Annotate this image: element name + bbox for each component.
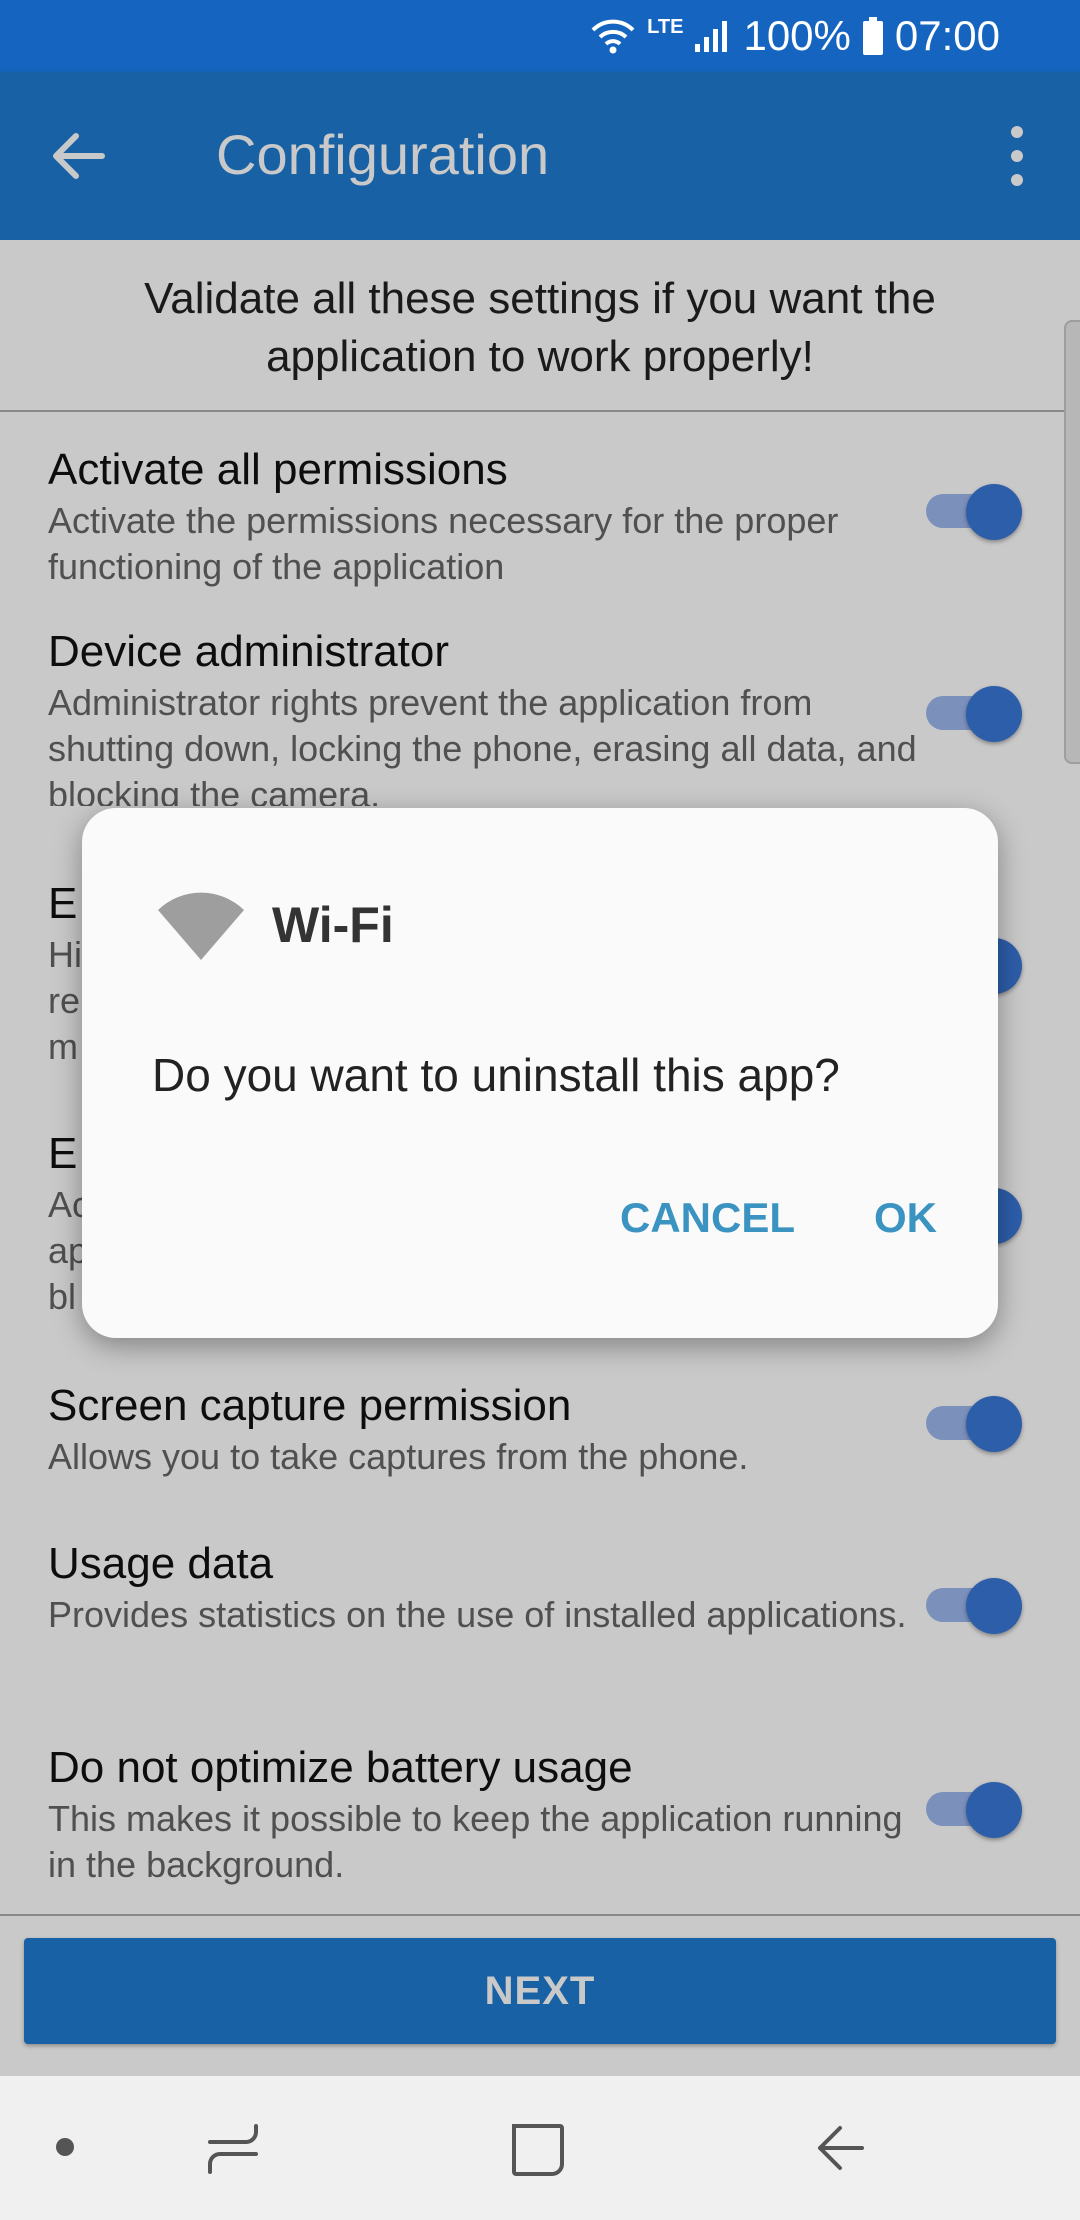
dialog-title: Wi-Fi bbox=[272, 897, 394, 953]
wifi-icon bbox=[158, 892, 244, 960]
ok-button[interactable]: OK bbox=[874, 1194, 937, 1242]
uninstall-dialog: Wi-Fi Do you want to uninstall this app?… bbox=[82, 808, 998, 1338]
wifi-icon bbox=[591, 19, 635, 54]
battery-percent: 100% bbox=[743, 12, 851, 59]
status-bar: LTE 100% 07:00 bbox=[0, 0, 1080, 72]
dot-icon[interactable] bbox=[52, 2134, 78, 2160]
back-icon[interactable] bbox=[812, 2120, 868, 2176]
dialog-message: Do you want to uninstall this app? bbox=[152, 1049, 840, 1101]
signal-icon bbox=[695, 21, 728, 52]
clock: 07:00 bbox=[894, 12, 1000, 59]
home-icon[interactable] bbox=[508, 2120, 568, 2180]
navigation-bar bbox=[0, 2076, 1080, 2220]
recent-apps-icon[interactable] bbox=[206, 2120, 262, 2176]
battery-icon bbox=[862, 17, 883, 55]
status-icons: LTE 100% 07:00 bbox=[589, 10, 1000, 62]
lte-label: LTE bbox=[647, 16, 684, 38]
cancel-button[interactable]: CANCEL bbox=[620, 1194, 795, 1242]
